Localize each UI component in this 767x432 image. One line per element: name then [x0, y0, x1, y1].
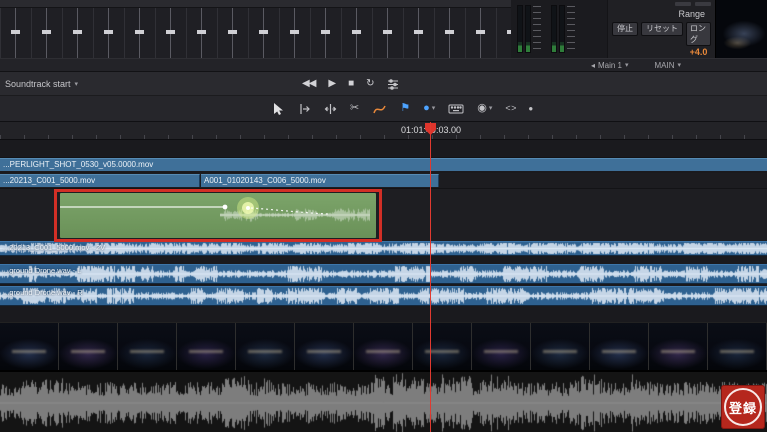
filmstrip-frame [177, 323, 236, 370]
selected-music-clip[interactable] [60, 193, 376, 238]
filmstrip-frame [118, 323, 177, 370]
meter-group-1 [517, 5, 541, 55]
clip-label: ...20213_C001_5000.mov [3, 176, 96, 185]
audio-waveform [0, 287, 767, 305]
chevron-down-icon: ▾ [488, 105, 493, 112]
rewind-button[interactable]: ◀◀ [302, 78, 316, 89]
filmstrip-frame [708, 323, 767, 370]
chevron-down-icon: ▾ [624, 62, 629, 69]
audio-waveform [0, 242, 767, 255]
filmstrip-frame [0, 323, 59, 370]
keyboard-icon[interactable] [448, 103, 464, 115]
reset-button[interactable]: リセット [641, 22, 683, 36]
stop-button[interactable]: 停止 [612, 22, 638, 36]
flag-icon[interactable]: ⚑ [400, 103, 410, 114]
clip-label: ...PERLIGHT_SHOT_0530_v05.0000.mov [3, 160, 154, 169]
track-label: ...ground Drone.wav - R [3, 288, 83, 297]
code-view-icon[interactable]: < > [505, 104, 516, 113]
audio-waveform-display[interactable] [0, 370, 767, 432]
snap-target-dropdown[interactable]: ◉ ▾ [477, 103, 492, 114]
marker-icon: ● [423, 102, 430, 114]
marker-dropdown[interactable]: ● ▾ [423, 103, 435, 114]
filmstrip-frame [295, 323, 354, 370]
meter-scale [567, 6, 575, 52]
filmstrip-frame [531, 323, 590, 370]
audio-track-1[interactable]: ...20213_C001_5000.mov - 2V [0, 241, 767, 256]
target-icon: ◉ [477, 102, 487, 114]
long-button[interactable]: ロング [686, 22, 711, 46]
razor-tool-icon[interactable]: ✂ [350, 103, 359, 114]
subscribe-stamp: 登録 [721, 385, 765, 429]
filmstrip-frame [59, 323, 118, 370]
filmstrip[interactable] [0, 322, 767, 370]
speaker-icon: ◂ [590, 60, 595, 70]
filmstrip-frame [236, 323, 295, 370]
keyframe-dot [222, 204, 228, 210]
video-track-1-clip[interactable]: ...PERLIGHT_SHOT_0530_v05.0000.mov [0, 158, 767, 171]
transport-toolbar: Soundtrack start ▾ ◀◀ ▶ ■ ↻ [0, 72, 767, 96]
soundtrack-selector[interactable]: Soundtrack start ▾ [0, 79, 78, 89]
timeline-tracks: ...PERLIGHT_SHOT_0530_v05.0000.mov ...20… [0, 140, 767, 322]
music-track-lane [0, 188, 767, 242]
trim-edit-icon[interactable] [298, 102, 311, 116]
dynamic-trim-icon[interactable] [324, 102, 337, 116]
playhead-line[interactable] [430, 122, 431, 432]
video-track-2-clip-2[interactable]: A001_01020143_C006_5000.mov [201, 174, 439, 187]
stamp-text: 登録 [728, 400, 757, 416]
long-value: +4.0 [689, 47, 708, 57]
main1-bus-selector[interactable]: ◂ Main 1 ▾ [591, 61, 629, 70]
audio-mixer-panel: Range 停止 リセット ロング +4.0 [0, 0, 767, 58]
volume-automation-curve [60, 197, 329, 219]
range-label: Range [678, 9, 705, 19]
curve-tool-icon[interactable] [372, 102, 387, 116]
audio-waveform [0, 265, 767, 283]
timeline-ruler[interactable]: 01:01:49:03.00 [0, 122, 767, 140]
filmstrip-frame [354, 323, 413, 370]
mixer-settings-icon[interactable] [387, 78, 399, 90]
chevron-down-icon: ▾ [677, 62, 681, 69]
stop-transport-button[interactable]: ■ [348, 78, 354, 89]
option-dot-icon[interactable]: ● [528, 104, 533, 113]
edit-tools-toolbar: ✂ ⚑ ● ▾ ◉ ▾ < > ● [0, 96, 767, 122]
video-editor-window: Range 停止 リセット ロング +4.0 ◂ Main 1 ▾ MAIN ▾ [0, 0, 767, 432]
main-bus-selector[interactable]: MAIN ▾ [654, 61, 681, 70]
video-track-2: ...20213_C001_5000.mov A001_01020143_C00… [0, 173, 767, 188]
bus-bar: ◂ Main 1 ▾ MAIN ▾ [0, 58, 767, 72]
track-label: ...20213_C001_5000.mov - 2V [3, 243, 106, 252]
clip-label: A001_01020143_C006_5000.mov [204, 176, 326, 185]
viewer-thumbnail[interactable] [715, 0, 767, 58]
filmstrip-frame [413, 323, 472, 370]
track-label: ...ground Drone.wav - L [3, 266, 82, 275]
chevron-down-icon: ▾ [431, 105, 436, 112]
long-control[interactable]: ロング +4.0 [686, 22, 711, 57]
audio-track-2[interactable]: ...ground Drone.wav - L [0, 264, 767, 284]
meter-scale [533, 6, 541, 52]
filmstrip-frame [649, 323, 708, 370]
loop-button[interactable]: ↻ [366, 78, 374, 89]
filmstrip-frame [472, 323, 531, 370]
mixer-fader-bank[interactable] [0, 0, 511, 58]
level-meters [511, 0, 607, 58]
cursor-tool-icon[interactable] [272, 102, 285, 116]
play-button[interactable]: ▶ [328, 78, 336, 89]
chevron-down-icon: ▾ [74, 80, 79, 88]
filmstrip-frame [590, 323, 649, 370]
monitor-control-panel: Range 停止 リセット ロング +4.0 [607, 0, 715, 58]
audio-track-3[interactable]: ...ground Drone.wav - R [0, 286, 767, 306]
meter-group-2 [551, 5, 575, 55]
video-track-2-clip-1[interactable]: ...20213_C001_5000.mov [0, 174, 200, 187]
audio-waveform [0, 372, 767, 432]
